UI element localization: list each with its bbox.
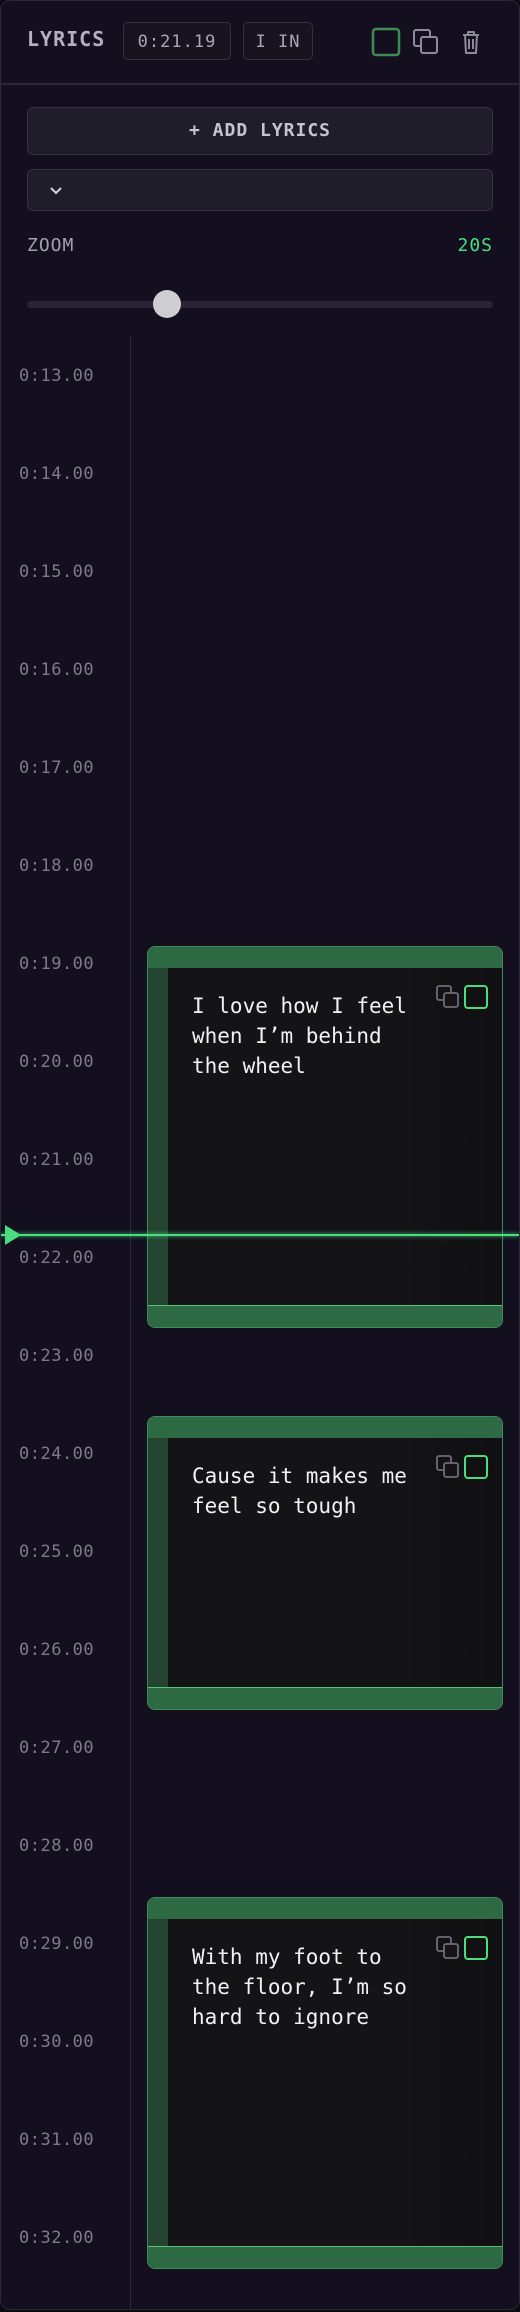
checkbox-icon[interactable] [371, 27, 401, 57]
block-drag-handle[interactable] [148, 1438, 168, 1689]
block-resize-handle-bottom[interactable] [148, 2245, 502, 2268]
playhead-handle-icon[interactable] [5, 1225, 21, 1245]
time-tick: 0:31.00 [19, 2130, 95, 2150]
time-tick: 0:17.00 [19, 758, 95, 778]
copy-icon[interactable] [411, 27, 441, 57]
time-tick: 0:22.00 [19, 1248, 95, 1268]
zoom-value: 20S [457, 235, 493, 256]
checkbox-icon[interactable] [464, 1935, 488, 1960]
time-tick: 0:28.00 [19, 1836, 95, 1856]
block-resize-handle-bottom[interactable] [148, 1305, 502, 1328]
checkbox-icon[interactable] [464, 985, 488, 1009]
lyric-text[interactable]: Cause it makes me feel so tough [192, 1461, 422, 1521]
block-drag-handle[interactable] [148, 1918, 168, 2247]
time-tick: 0:26.00 [19, 1640, 95, 1660]
time-tick: 0:18.00 [19, 856, 95, 876]
chevron-down-icon [48, 182, 64, 198]
zoom-slider-thumb[interactable] [152, 290, 181, 318]
time-tick: 0:13.00 [19, 366, 95, 386]
block-resize-handle-top[interactable] [148, 947, 502, 969]
lyrics-panel: LYRICS 0:21.19 I IN + ADD LYRICS ZOOM 20… [0, 0, 520, 2310]
block-resize-handle-top[interactable] [148, 1417, 502, 1440]
copy-icon[interactable] [436, 985, 460, 1009]
timeline-divider [130, 336, 131, 2309]
panel-title: LYRICS [27, 27, 106, 51]
block-resize-handle-bottom[interactable] [148, 1687, 502, 1710]
add-lyrics-button[interactable]: + ADD LYRICS [27, 107, 493, 155]
time-tick: 0:23.00 [19, 1346, 95, 1366]
copy-icon[interactable] [436, 1455, 460, 1479]
copy-icon[interactable] [436, 1935, 460, 1960]
mode-chip[interactable]: I IN [243, 22, 313, 60]
zoom-label: ZOOM [27, 235, 75, 256]
time-tick: 0:24.00 [19, 1444, 95, 1464]
lyric-block[interactable]: I love how I feel when I’m behind the wh… [147, 946, 503, 1329]
time-tick: 0:32.00 [19, 2228, 95, 2248]
current-time-chip[interactable]: 0:21.19 [123, 22, 231, 60]
time-tick: 0:29.00 [19, 1934, 95, 1954]
lyric-block[interactable]: With my foot to the floor, I’m so hard t… [147, 1896, 503, 2269]
checkbox-icon[interactable] [464, 1455, 488, 1480]
time-tick: 0:20.00 [19, 1052, 95, 1072]
time-tick: 0:15.00 [19, 562, 95, 582]
trash-icon[interactable] [456, 27, 486, 57]
zoom-slider[interactable] [27, 301, 493, 308]
playhead[interactable] [1, 1234, 519, 1236]
panel-header: LYRICS 0:21.19 I IN [1, 1, 519, 85]
time-tick: 0:19.00 [19, 954, 95, 974]
time-tick: 0:14.00 [19, 464, 95, 484]
time-tick: 0:25.00 [19, 1542, 95, 1562]
time-tick: 0:30.00 [19, 2032, 95, 2052]
time-tick: 0:21.00 [19, 1150, 95, 1170]
lyric-text[interactable]: I love how I feel when I’m behind the wh… [192, 991, 422, 1081]
block-drag-handle[interactable] [148, 968, 168, 1307]
lyrics-select[interactable] [27, 169, 493, 211]
lyric-block[interactable]: Cause it makes me feel so tough [147, 1416, 503, 1711]
timeline[interactable]: 0:13.00 0:14.00 0:15.00 0:16.00 0:17.00 0:18.… [1, 336, 519, 2309]
block-resize-handle-top[interactable] [148, 1897, 502, 1920]
time-tick: 0:16.00 [19, 660, 95, 680]
time-tick: 0:27.00 [19, 1738, 95, 1758]
lyric-text[interactable]: With my foot to the floor, I’m so hard t… [192, 1942, 422, 2032]
